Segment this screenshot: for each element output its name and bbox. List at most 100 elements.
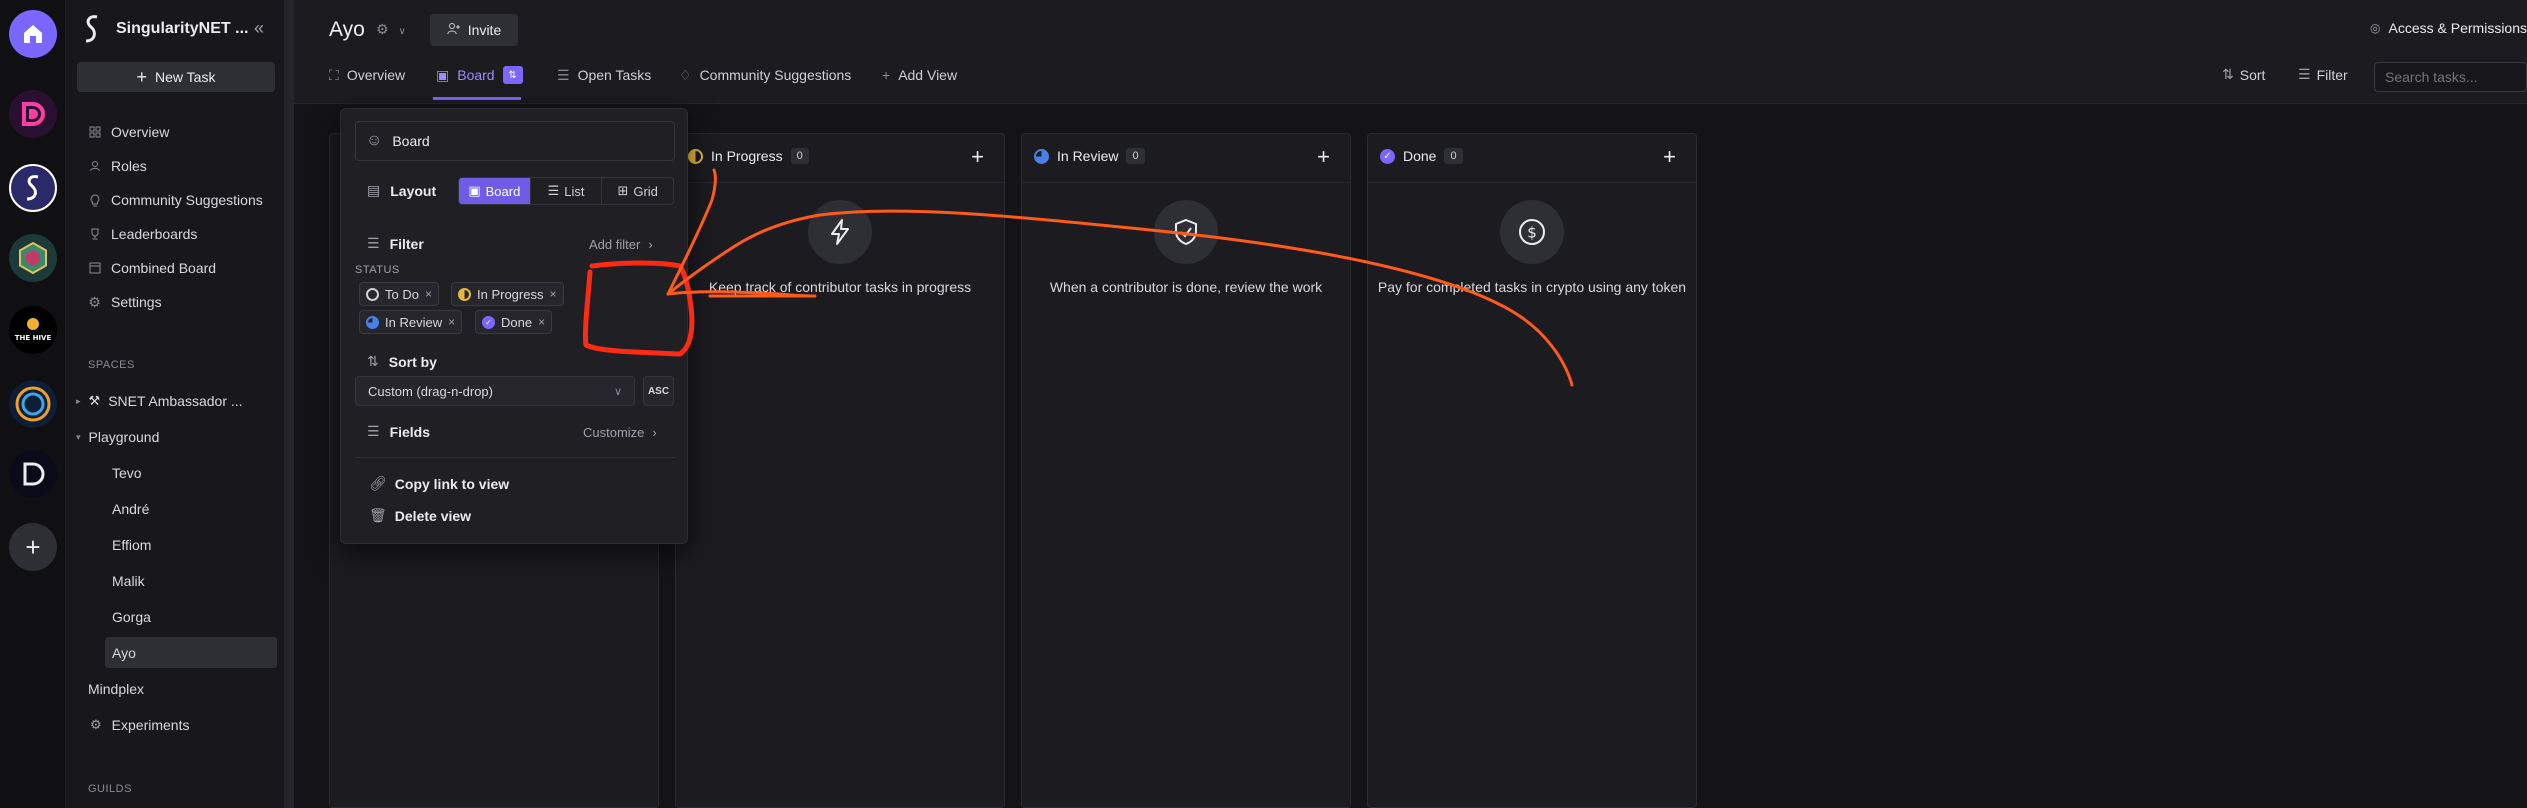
sidebar-item-overview[interactable]: Overview: [88, 121, 169, 143]
sort-by-label: Sort by: [388, 353, 437, 370]
guilds-section-label: GUILDS: [88, 783, 132, 795]
sort-direction-button[interactable]: ASC: [643, 376, 674, 406]
sort-label-row: ⇅ Sort by: [367, 353, 437, 370]
space-child-tevo[interactable]: Tevo: [112, 462, 142, 484]
customize-fields-button[interactable]: Customize ›: [583, 425, 657, 440]
add-task-button[interactable]: +: [971, 144, 984, 170]
space-child-malik[interactable]: Malik: [112, 570, 145, 592]
workspace-thehive-button[interactable]: THE HIVE: [9, 306, 57, 354]
sort-icon: ⇅: [2222, 66, 2234, 82]
remove-chip-icon[interactable]: ×: [549, 287, 556, 301]
sidebar-item-label: Roles: [111, 158, 147, 174]
space-label: Experiments: [111, 717, 190, 733]
check-circle-icon: ✓: [1380, 148, 1395, 164]
filter-label: Filter: [2316, 66, 2348, 83]
column-count: 0: [790, 148, 809, 164]
workspace-ring-button[interactable]: [9, 380, 57, 428]
space-experiments[interactable]: ⚙ Experiments: [90, 714, 189, 736]
view-name-field[interactable]: ☺ Board: [355, 121, 675, 161]
sort-select[interactable]: Custom (drag-n-drop) ∨: [355, 376, 635, 406]
space-child-andre[interactable]: André: [112, 498, 149, 520]
check-circle-icon: ✓: [482, 315, 495, 329]
trash-icon: 🗑︎: [369, 507, 387, 523]
gear-icon: ⚙: [88, 293, 101, 310]
dework-logo-icon: [22, 102, 45, 126]
plus-icon: +: [25, 531, 41, 562]
sidebar-item-combined-board[interactable]: Combined Board: [88, 257, 216, 279]
trophy-icon: [88, 228, 101, 241]
home-button[interactable]: [9, 10, 57, 58]
filter-icon: ☰: [2298, 66, 2311, 82]
view-options-button[interactable]: ⇅: [502, 66, 523, 84]
remove-chip-icon[interactable]: ×: [448, 315, 455, 329]
workspace-name[interactable]: SingularityNET ...: [116, 20, 248, 38]
tab-community-suggestions[interactable]: ♢ Community Suggestions: [679, 64, 851, 86]
status-filter-label: STATUS: [355, 264, 400, 276]
tab-board[interactable]: ▣ Board ⇅: [436, 64, 523, 86]
fields-label: Fields: [389, 423, 431, 440]
collapse-sidebar-icon[interactable]: «: [254, 18, 264, 39]
layout-toggle: ▣ Board ☰ List ⊞ Grid: [458, 177, 674, 205]
filter-button[interactable]: ☰ Filter: [2298, 66, 2348, 83]
space-playground[interactable]: ▾ Playground: [76, 426, 159, 448]
add-workspace-button[interactable]: +: [9, 523, 57, 571]
view-name-value: Board: [392, 133, 430, 149]
column-title: In Progress: [711, 148, 783, 164]
space-child-effiom[interactable]: Effiom: [112, 534, 151, 556]
sidebar-item-roles[interactable]: Roles: [88, 155, 147, 177]
space-child-ayo[interactable]: Ayo: [112, 642, 136, 664]
column-in-progress: In Progress 0 + Keep track of contributo…: [675, 133, 1005, 808]
layout-icon: ▤: [367, 182, 381, 198]
layout-option-list[interactable]: ☰ List: [531, 178, 603, 204]
invite-label: Invite: [467, 22, 502, 38]
remove-chip-icon[interactable]: ×: [538, 315, 545, 329]
tab-overview[interactable]: ⛶ Overview: [329, 64, 405, 86]
access-permissions-button[interactable]: ◎ Access & Permissions: [2370, 20, 2527, 36]
status-chip-done[interactable]: ✓ Done ×: [475, 310, 553, 334]
copy-link-button[interactable]: 🔗︎ Copy link to view: [369, 475, 509, 492]
search-input[interactable]: [2374, 62, 2527, 92]
column-count: 0: [1444, 148, 1463, 164]
column-header: In Progress 0: [688, 148, 809, 164]
workspace-singularitynet-button[interactable]: [9, 164, 57, 212]
layout-option-board[interactable]: ▣ Board: [459, 178, 531, 204]
space-snet-ambassador[interactable]: ▸ ⚒ SNET Ambassador ...: [76, 390, 243, 412]
space-label: SNET Ambassador ...: [108, 393, 243, 409]
add-task-button[interactable]: +: [1317, 144, 1330, 170]
list-icon: ☰: [547, 183, 560, 198]
emoji-picker-icon[interactable]: ☺: [366, 132, 382, 150]
column-done: ✓ Done 0 + $ Pay for completed tasks in …: [1367, 133, 1697, 808]
remove-chip-icon[interactable]: ×: [425, 287, 432, 301]
sidebar-item-settings[interactable]: ⚙ Settings: [88, 291, 161, 313]
hammer-icon: ⚒: [88, 393, 101, 408]
add-view-button[interactable]: + Add View: [882, 64, 957, 86]
sort-value: Custom (drag-n-drop): [368, 383, 493, 399]
space-child-gorga[interactable]: Gorga: [112, 606, 151, 628]
add-filter-button[interactable]: Add filter ›: [589, 237, 653, 252]
sidebar-item-leaderboards[interactable]: Leaderboards: [88, 223, 197, 245]
chip-label: In Review: [385, 314, 443, 330]
sidebar-item-community-suggestions[interactable]: Community Suggestions: [88, 189, 263, 211]
layout-option-grid[interactable]: ⊞ Grid: [602, 178, 673, 204]
status-chip-in-progress[interactable]: In Progress ×: [451, 282, 564, 306]
plus-icon: +: [882, 67, 891, 83]
sidebar-scrollbar[interactable]: [284, 0, 294, 808]
status-chip-in-review[interactable]: In Review ×: [359, 310, 463, 334]
delete-view-button[interactable]: 🗑︎ Delete view: [369, 507, 471, 524]
space-mindplex[interactable]: Mindplex: [88, 678, 144, 700]
invite-button[interactable]: Invite: [430, 14, 518, 46]
workspace-hex-button[interactable]: [9, 234, 57, 282]
sort-button[interactable]: ⇅ Sort: [2222, 66, 2265, 83]
filter-icon: ☰: [367, 235, 380, 251]
divider: [1368, 182, 1696, 183]
add-task-button[interactable]: +: [1663, 144, 1676, 170]
tab-label: Board: [457, 67, 495, 83]
workspace-deep-funding-button[interactable]: [9, 450, 57, 498]
space-settings-button[interactable]: ⚙ ∨: [376, 21, 406, 38]
workspace-dework-button[interactable]: [9, 90, 57, 138]
status-chip-todo[interactable]: To Do ×: [359, 282, 439, 306]
layout-option-label: Board: [485, 183, 521, 199]
new-task-button[interactable]: + New Task: [77, 62, 275, 92]
tab-open-tasks[interactable]: ☰ Open Tasks: [557, 64, 651, 86]
page-header: Ayo ⚙ ∨ Invite ◎ Access & Permissions ⛶ …: [294, 0, 2527, 104]
